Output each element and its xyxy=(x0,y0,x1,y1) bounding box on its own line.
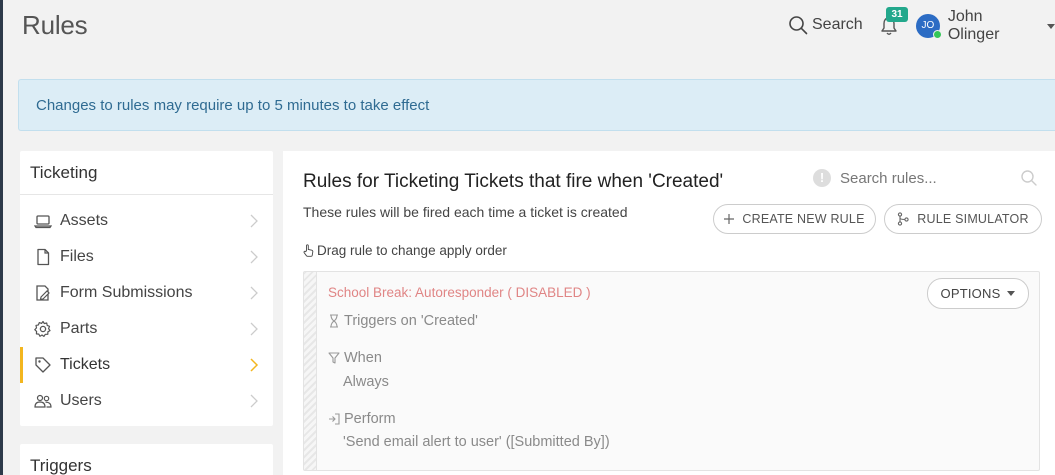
sidebar-panel: Ticketing Assets Files Form Submissions xyxy=(20,151,273,426)
sidebar-list: Assets Files Form Submissions Parts Tick… xyxy=(20,195,273,419)
rule-trigger: Triggers on 'Created' xyxy=(328,313,478,329)
gear-icon xyxy=(32,319,54,339)
search-icon[interactable] xyxy=(1020,169,1038,187)
rule-search: ! xyxy=(813,166,1038,190)
rule-trigger-text: Triggers on 'Created' xyxy=(344,313,478,329)
rule-name-link[interactable]: School Break: Autoresponder ( DISABLED ) xyxy=(328,285,591,300)
notification-badge: 31 xyxy=(886,7,908,22)
options-dropdown-button[interactable]: OPTIONS xyxy=(927,278,1029,309)
top-bar: Rules Search 31 JO John Olinger xyxy=(3,0,1055,52)
rule-simulator-label: RULE SIMULATOR xyxy=(917,212,1029,226)
rule-card[interactable]: School Break: Autoresponder ( DISABLED )… xyxy=(303,271,1040,471)
rules-panel: Rules for Ticketing Tickets that fire wh… xyxy=(283,151,1055,475)
filter-icon xyxy=(328,352,340,364)
drag-handle[interactable] xyxy=(304,272,317,470)
sidebar-item-label: Files xyxy=(60,248,94,265)
branch-icon xyxy=(898,212,909,226)
sidebar-item-label: Users xyxy=(60,392,102,409)
hand-pointer-icon xyxy=(303,244,314,257)
caret-down-icon xyxy=(1047,23,1055,29)
sidebar-item-label: Parts xyxy=(60,320,98,337)
form-icon xyxy=(32,283,54,303)
rule-when-value: Always xyxy=(343,374,389,390)
tag-icon xyxy=(32,355,54,375)
sidebar-title: Ticketing xyxy=(20,151,273,195)
rules-title: Rules for Ticketing Tickets that fire wh… xyxy=(303,171,724,192)
rule-perform-heading: Perform xyxy=(328,411,396,427)
laptop-icon xyxy=(32,211,54,231)
sidebar-item-label: Tickets xyxy=(60,356,111,373)
search-icon xyxy=(789,16,808,35)
avatar: JO xyxy=(916,14,942,39)
caret-down-icon xyxy=(1007,291,1016,296)
triggers-panel: Triggers xyxy=(20,444,273,475)
online-status-dot xyxy=(932,30,942,39)
global-search-label: Search xyxy=(812,16,863,33)
rules-subtitle: These rules will be fired each time a ti… xyxy=(303,204,628,220)
sidebar-item-parts[interactable]: Parts xyxy=(20,311,273,347)
page-title: Rules xyxy=(22,10,88,40)
chevron-right-icon xyxy=(250,214,258,228)
options-label: OPTIONS xyxy=(940,286,1001,301)
rule-simulator-button[interactable]: RULE SIMULATOR xyxy=(884,204,1042,234)
sign-in-icon xyxy=(329,413,340,425)
avatar-initials: JO xyxy=(921,20,935,31)
sidebar-item-files[interactable]: Files xyxy=(20,239,273,275)
rule-perform-value: 'Send email alert to user' ([Submitted B… xyxy=(343,434,610,450)
drag-hint: Drag rule to change apply order xyxy=(303,243,507,258)
user-name: John Olinger xyxy=(947,8,1000,43)
user-menu[interactable]: JO John Olinger xyxy=(916,8,1055,43)
rule-when-label: When xyxy=(344,350,382,366)
chevron-right-icon xyxy=(250,286,258,300)
drag-hint-text: Drag rule to change apply order xyxy=(317,243,507,258)
rule-when-heading: When xyxy=(328,350,382,366)
sidebar-item-users[interactable]: Users xyxy=(20,383,273,419)
chevron-right-icon xyxy=(250,358,259,372)
sidebar-item-tickets[interactable]: Tickets xyxy=(20,347,273,383)
search-rules-input[interactable] xyxy=(840,169,1010,187)
users-icon xyxy=(32,391,54,411)
plus-icon xyxy=(724,214,735,224)
info-banner-text: Changes to rules may require up to 5 min… xyxy=(36,96,430,114)
triggers-title: Triggers xyxy=(30,456,92,475)
create-new-rule-button[interactable]: CREATE NEW RULE xyxy=(713,204,876,234)
info-banner: Changes to rules may require up to 5 min… xyxy=(18,79,1055,131)
file-icon xyxy=(32,247,54,267)
info-icon[interactable]: ! xyxy=(813,169,831,187)
rule-perform-label: Perform xyxy=(344,411,396,427)
hourglass-icon xyxy=(330,314,338,328)
create-new-rule-label: CREATE NEW RULE xyxy=(742,212,865,226)
chevron-right-icon xyxy=(250,250,258,264)
sidebar-item-assets[interactable]: Assets xyxy=(20,203,273,239)
sidebar-item-form-submissions[interactable]: Form Submissions xyxy=(20,275,273,311)
sidebar-item-label: Assets xyxy=(60,212,109,229)
chevron-right-icon xyxy=(250,322,258,336)
sidebar-item-label: Form Submissions xyxy=(60,284,193,301)
global-search-button[interactable]: Search xyxy=(788,14,863,36)
chevron-right-icon xyxy=(250,394,258,408)
